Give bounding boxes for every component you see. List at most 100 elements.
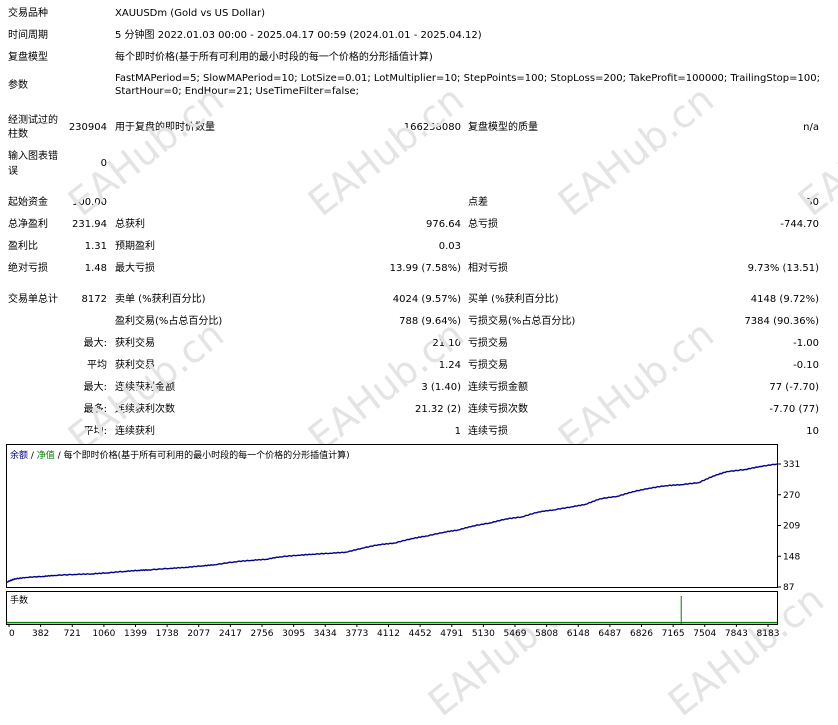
gross-profit-label: 总获利 [115,219,145,230]
errors-value: 0 [100,158,107,169]
avg-consecutive-prefix: 平均: [83,426,107,437]
consecutive-wins-money-label: 连续获利金额 [115,382,175,393]
consecutive-losses-money-label: 连续亏损金额 [468,382,528,393]
largest-loss-value: -1.00 [793,338,819,349]
absolute-drawdown-value: 1.48 [84,263,107,274]
average-profit-value: 1.24 [438,360,461,371]
profit-trades-label: 盈利交易(%占总百分比) [115,316,223,327]
params-line2: StartHour=0; EndHour=21; UseTimeFilter=f… [115,86,360,97]
ticks-label: 用于复盘的即时价数量 [115,122,215,133]
short-trades-value: 4024 (9.57%) [392,294,461,305]
gross-profit-value: 976.64 [426,219,461,230]
loss-trades-value: 7384 (90.36%) [744,316,819,327]
consecutive-losses-count-value: -7.70 (77) [769,404,819,415]
largest-profit-value: 21.10 [432,338,461,349]
avg-consecutive-wins-value: 1 [454,426,461,437]
x-tick-label: 6826 [630,629,653,639]
legend-model: 每个即时价格(基于所有可利用的最小时段的每一个价格的分形插值计算) [64,449,350,461]
period-label: 时间周期 [8,30,48,41]
consecutive-losses-count-label: 连续亏损次数 [468,404,528,415]
x-tick-label: 1399 [124,629,147,639]
lots-frame [6,591,778,625]
chart-title: 余额 / 净值 / 每个即时价格(基于所有可利用的最小时段的每一个价格的分形插值… [10,449,350,461]
consecutive-wins-count-value: 21.32 (2) [415,404,461,415]
y-tick-label: 148 [783,552,800,562]
avg-consecutive-losses-value: 10 [806,426,819,437]
x-tick-label: 7843 [725,629,748,639]
profit-trades-value: 788 (9.64%) [399,316,461,327]
balance-chart: 余额 / 净值 / 每个即时价格(基于所有可利用的最小时段的每一个价格的分形插值… [6,444,800,639]
x-tick-label: 4112 [377,629,400,639]
symbol-label: 交易品种 [8,8,48,19]
x-tick-label: 2756 [251,629,274,639]
expected-payoff-label: 预期盈利 [115,241,155,252]
consecutive-wins-count-label: 连续获利次数 [115,404,175,415]
chart-frame [6,444,778,588]
x-tick-label: 7165 [662,629,685,639]
largest-loss-label: 亏损交易 [468,338,508,349]
profit-factor-label: 盈利比 [8,241,38,252]
legend-balance: 余额 [10,449,28,461]
lots-label: 手数 [10,594,28,606]
x-tick-label: 7504 [693,629,716,639]
x-tick-label: 2417 [219,629,242,639]
ticks-value: 166258080 [403,122,461,133]
maximal-prefix: 最多: [83,404,107,415]
x-tick-label: 4452 [409,629,432,639]
bars-label-2: 柱数 [8,129,28,140]
max-drawdown-value: 13.99 (7.58%) [389,263,461,274]
gross-loss-value: -744.70 [780,219,819,230]
x-tick-label: 3095 [282,629,305,639]
x-tick-label: 1738 [156,629,179,639]
model-value: 每个即时价格(基于所有可利用的最小时段的每一个价格的分形插值计算) [115,52,433,63]
expected-payoff-value: 0.03 [438,241,461,252]
x-tick-label: 3434 [314,629,337,639]
model-label: 复盘模型 [8,52,48,63]
quality-value: n/a [803,122,819,133]
x-tick-label: 5808 [535,629,558,639]
largest-profit-label: 获利交易 [115,338,155,349]
x-tick-label: 3773 [345,629,368,639]
y-tick-label: 209 [783,522,800,532]
errors-label-2: 误 [8,166,18,177]
x-tick-label: 1060 [92,629,115,639]
average-loss-value: -0.10 [793,360,819,371]
x-tick-label: 8183 [757,629,780,639]
quality-label: 复盘模型的质量 [468,122,538,133]
total-trades-value: 8172 [81,294,107,305]
y-tick-label: 331 [783,460,800,470]
x-tick-label: 6487 [598,629,621,639]
avg-consecutive-wins-label: 连续获利 [115,426,155,437]
consecutive-wins-money-value: 3 (1.40) [421,382,461,393]
loss-trades-label: 亏损交易(%占总百分比) [468,316,576,327]
spread-label: 点差 [468,197,488,208]
bars-value: 230904 [68,122,107,133]
average-profit-label: 获利交易 [115,360,155,371]
largest-prefix: 最大: [83,338,107,349]
average-loss-label: 亏损交易 [468,360,508,371]
period-value: 5 分钟图 2022.01.03 00:00 - 2025.04.17 00:5… [115,30,482,41]
average-prefix: 平均 [87,360,107,371]
max-drawdown-label: 最大亏损 [115,263,155,274]
long-trades-value: 4148 (9.72%) [750,294,819,305]
avg-consecutive-losses-label: 连续亏损 [468,426,508,437]
x-tick-label: 5130 [472,629,495,639]
legend-sep: / [55,451,64,461]
legend-equity: 净值 [37,449,55,461]
x-tick-label: 721 [64,629,81,639]
spread-value: 30 [806,197,819,208]
params-line1: FastMAPeriod=5; SlowMAPeriod=10; LotSize… [115,73,820,84]
long-trades-label: 买单 (%获利百分比) [468,294,559,305]
gross-loss-label: 总亏损 [468,219,498,230]
symbol-value: XAUUSDm (Gold vs US Dollar) [115,8,266,19]
consecutive-losses-money-value: 77 (-7.70) [769,382,819,393]
legend-sep: / [28,451,37,461]
params-label: 参数 [8,80,28,91]
short-trades-label: 卖单 (%获利百分比) [115,294,206,305]
watermark: EAHub.cn [300,76,472,225]
relative-drawdown-value: 9.73% (13.51) [747,263,819,274]
y-tick-label: 87 [783,583,794,593]
x-tick-label: 382 [32,629,49,639]
deposit-value: 100.00 [72,197,107,208]
maximum-prefix: 最大: [83,382,107,393]
